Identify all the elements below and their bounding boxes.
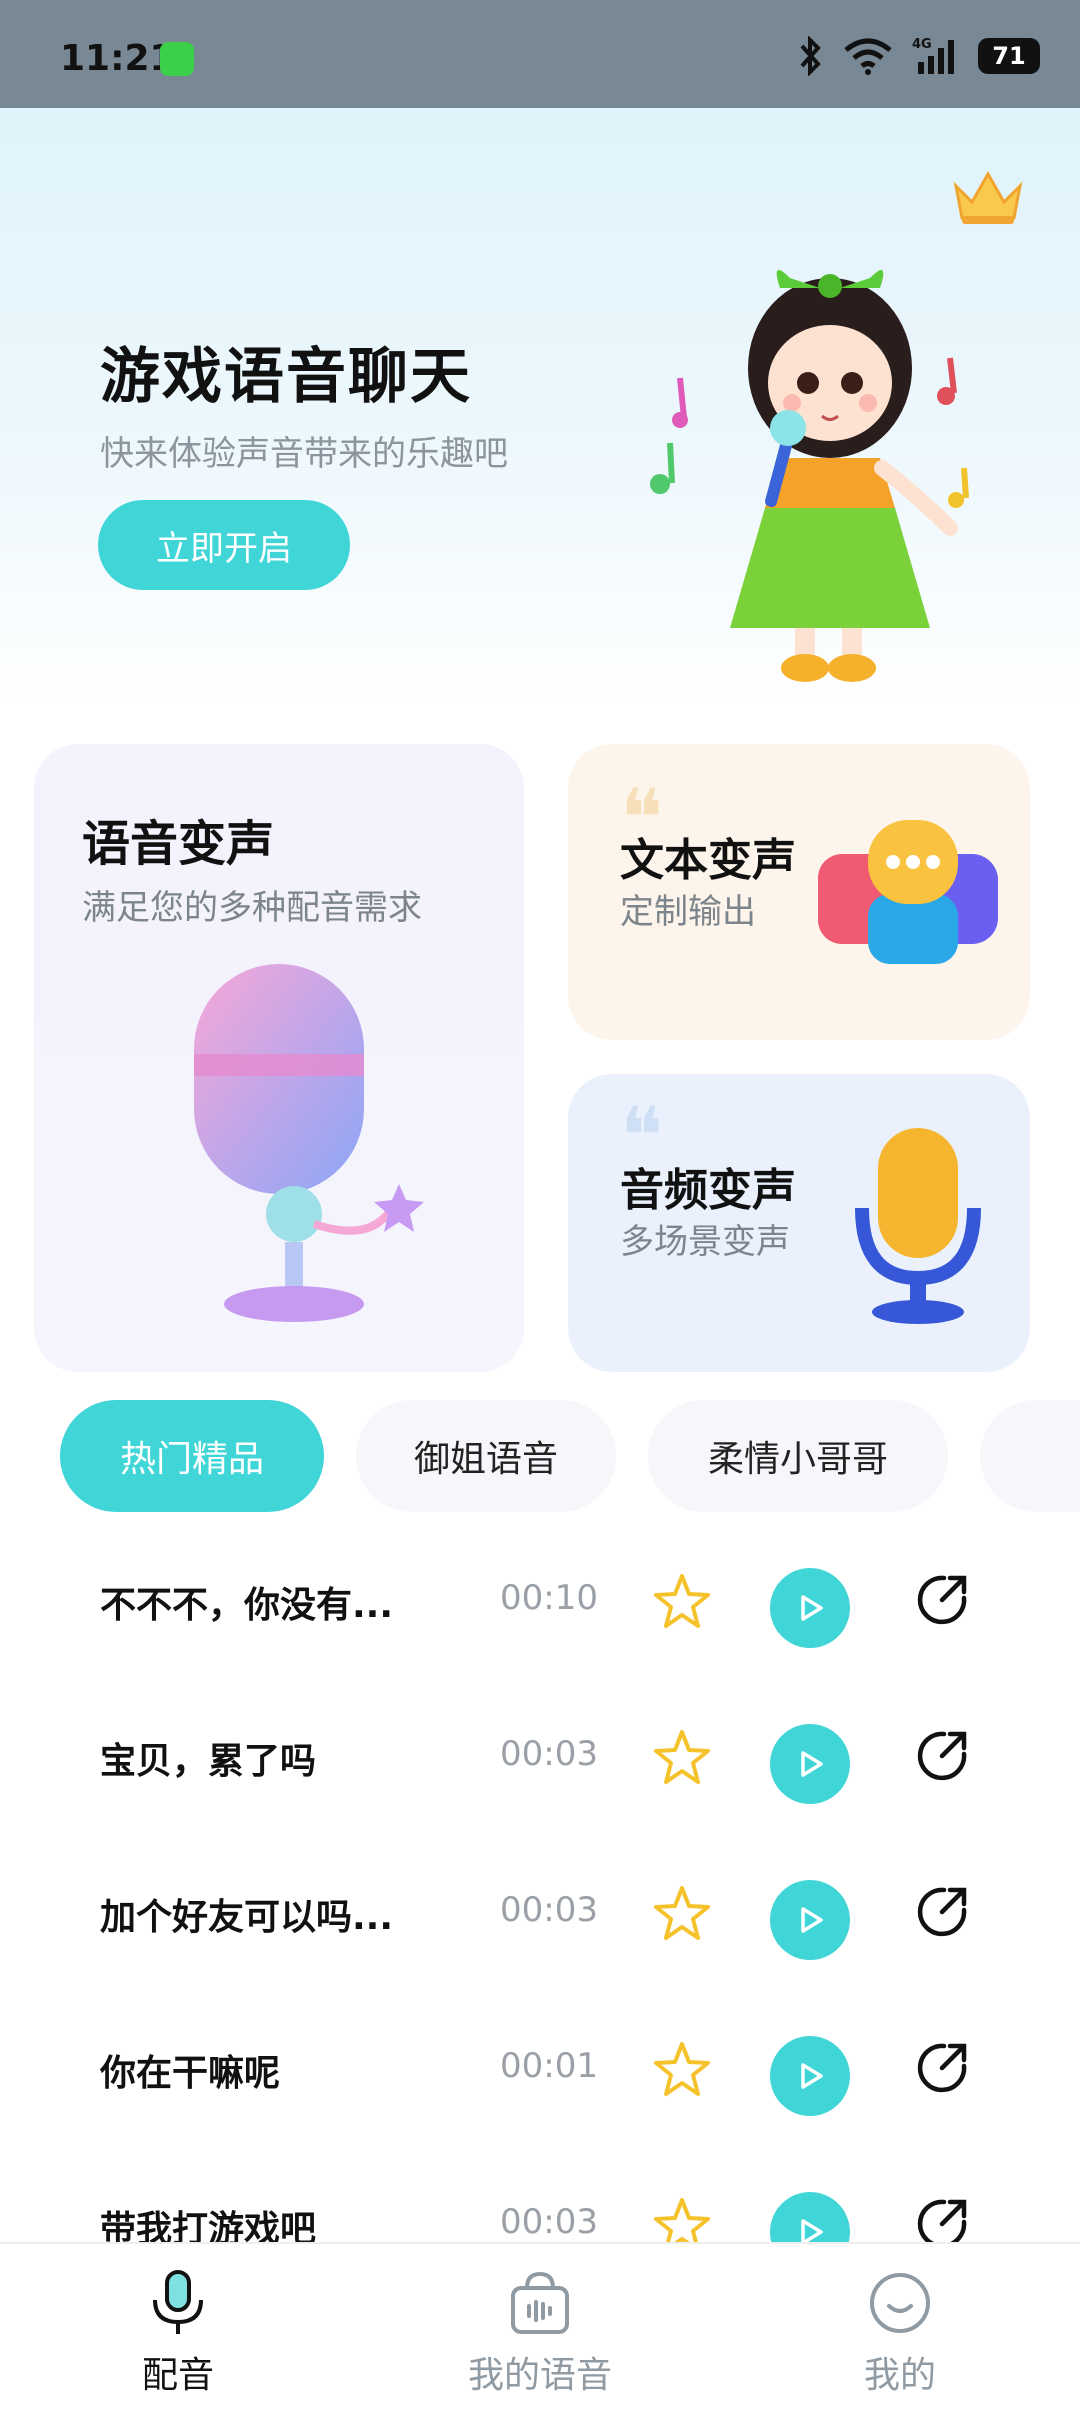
nav-profile-label: 我的 bbox=[863, 2355, 936, 2396]
list-item[interactable]: 加个好友可以吗... 00:03 bbox=[0, 1842, 1080, 1998]
hero-banner: 游戏语音聊天 快来体验声音带来的乐趣吧 立即开启 bbox=[0, 108, 1080, 708]
share-icon[interactable] bbox=[914, 1728, 970, 1784]
nav-dubbing-label: 配音 bbox=[141, 2355, 214, 2396]
audio-changer-subtitle: 多场景变声 bbox=[620, 1222, 790, 1262]
singing-girl-illustration bbox=[650, 270, 969, 682]
tab-mature-female-voice[interactable]: 御姐语音 bbox=[356, 1400, 616, 1512]
list-item[interactable]: 宝贝，累了吗 00:03 bbox=[0, 1686, 1080, 1842]
favorite-star-icon[interactable] bbox=[650, 1726, 714, 1790]
network-type-label: 4G bbox=[912, 37, 932, 52]
favorite-star-icon[interactable] bbox=[650, 1570, 714, 1634]
voice-clip-name: 加个好友可以吗... bbox=[100, 1897, 394, 1938]
wifi-icon bbox=[844, 38, 892, 75]
play-icon bbox=[801, 1595, 823, 1621]
battery-indicator: 71 bbox=[978, 38, 1040, 74]
bluetooth-icon bbox=[800, 36, 821, 76]
nav-profile[interactable]: 我的 bbox=[790, 2268, 1010, 2398]
voice-changer-subtitle: 满足您的多种配音需求 bbox=[82, 888, 422, 928]
play-button[interactable] bbox=[770, 2036, 850, 2116]
vip-crown-icon[interactable] bbox=[950, 168, 1026, 228]
audio-changer-card[interactable]: ❝ 音频变声 多场景变声 bbox=[568, 1074, 1030, 1372]
tab-gentle-guy-voice[interactable]: 柔情小哥哥 bbox=[648, 1400, 948, 1512]
voice-bag-icon bbox=[511, 2271, 569, 2334]
voice-clip-name: 不不不，你没有... bbox=[100, 1585, 394, 1626]
play-button[interactable] bbox=[770, 2192, 850, 2242]
text-changer-subtitle: 定制输出 bbox=[620, 892, 756, 932]
voice-clip-name: 宝贝，累了吗 bbox=[100, 1741, 317, 1782]
retro-microphone-icon bbox=[194, 964, 424, 1322]
play-button[interactable] bbox=[770, 1724, 850, 1804]
nav-dubbing[interactable]: 配音 bbox=[68, 2268, 288, 2398]
voice-clip-duration: 00:01 bbox=[500, 2046, 598, 2086]
status-time: 11:21 bbox=[60, 38, 175, 79]
share-icon[interactable] bbox=[914, 2196, 970, 2242]
tab-hot-picks[interactable]: 热门精品 bbox=[60, 1400, 324, 1512]
list-item[interactable]: 不不不，你没有... 00:10 bbox=[0, 1530, 1080, 1686]
voice-clip-duration: 00:03 bbox=[500, 1890, 598, 1930]
share-icon[interactable] bbox=[914, 1572, 970, 1628]
nav-my-voice-label: 我的语音 bbox=[467, 2355, 612, 2396]
voice-changer-title: 语音变声 bbox=[82, 816, 275, 872]
voice-clip-duration: 00:03 bbox=[500, 2202, 598, 2242]
share-icon[interactable] bbox=[914, 2040, 970, 2096]
battery-level: 71 bbox=[992, 42, 1026, 70]
voice-clip-duration: 00:10 bbox=[500, 1578, 598, 1618]
voice-clip-name: 带我打游戏吧 bbox=[100, 2209, 317, 2242]
voice-clip-duration: 00:03 bbox=[500, 1734, 598, 1774]
favorite-star-icon[interactable] bbox=[650, 2194, 714, 2242]
share-icon[interactable] bbox=[914, 1884, 970, 1940]
play-icon bbox=[801, 1751, 823, 1777]
text-changer-title: 文本变声 bbox=[620, 835, 796, 886]
list-item[interactable]: 带我打游戏吧 00:03 bbox=[0, 2154, 1080, 2242]
play-icon bbox=[801, 2063, 823, 2089]
hero-title: 游戏语音聊天 bbox=[100, 342, 472, 412]
play-icon bbox=[801, 1907, 823, 1933]
voice-list: 不不不，你没有... 00:10 宝贝，累了吗 00:03 加个好友可以吗...… bbox=[0, 1530, 1080, 2242]
music-note-icon bbox=[937, 357, 957, 405]
start-now-button[interactable]: 立即开启 bbox=[98, 500, 350, 590]
music-note-icon bbox=[948, 467, 969, 508]
play-button[interactable] bbox=[770, 1880, 850, 1960]
music-note-icon bbox=[650, 442, 675, 494]
bottom-navigation: 配音 我的语音 我的 bbox=[0, 2242, 1080, 2414]
microphone-icon bbox=[153, 2270, 203, 2334]
studio-microphone-icon bbox=[855, 1128, 981, 1324]
audio-changer-title: 音频变声 bbox=[620, 1165, 796, 1216]
list-item[interactable]: 你在干嘛呢 00:01 bbox=[0, 1998, 1080, 2154]
voice-clip-name: 你在干嘛呢 bbox=[100, 2053, 281, 2094]
chat-bubbles-icon bbox=[818, 820, 998, 964]
status-bar: 11:21 4G 71 bbox=[0, 0, 1080, 108]
voice-changer-card[interactable]: 语音变声 满足您的多种配音需求 bbox=[34, 744, 524, 1372]
app-notification-icon bbox=[160, 42, 194, 76]
cellular-signal-icon: 4G bbox=[912, 37, 954, 74]
text-changer-card[interactable]: ❝ 文本变声 定制输出 bbox=[568, 744, 1030, 1040]
play-icon bbox=[801, 2219, 823, 2242]
category-tabs: 热门精品 御姐语音 柔情小哥哥 bbox=[0, 1400, 1080, 1516]
nav-my-voice[interactable]: 我的语音 bbox=[430, 2268, 650, 2398]
hero-subtitle: 快来体验声音带来的乐趣吧 bbox=[100, 434, 508, 474]
music-note-icon bbox=[672, 377, 688, 428]
favorite-star-icon[interactable] bbox=[650, 2038, 714, 2102]
status-icons: 4G 71 bbox=[798, 36, 1040, 76]
play-button[interactable] bbox=[770, 1568, 850, 1648]
tab-more-partial[interactable] bbox=[980, 1400, 1080, 1512]
favorite-star-icon[interactable] bbox=[650, 1882, 714, 1946]
smile-face-icon bbox=[870, 2273, 930, 2333]
